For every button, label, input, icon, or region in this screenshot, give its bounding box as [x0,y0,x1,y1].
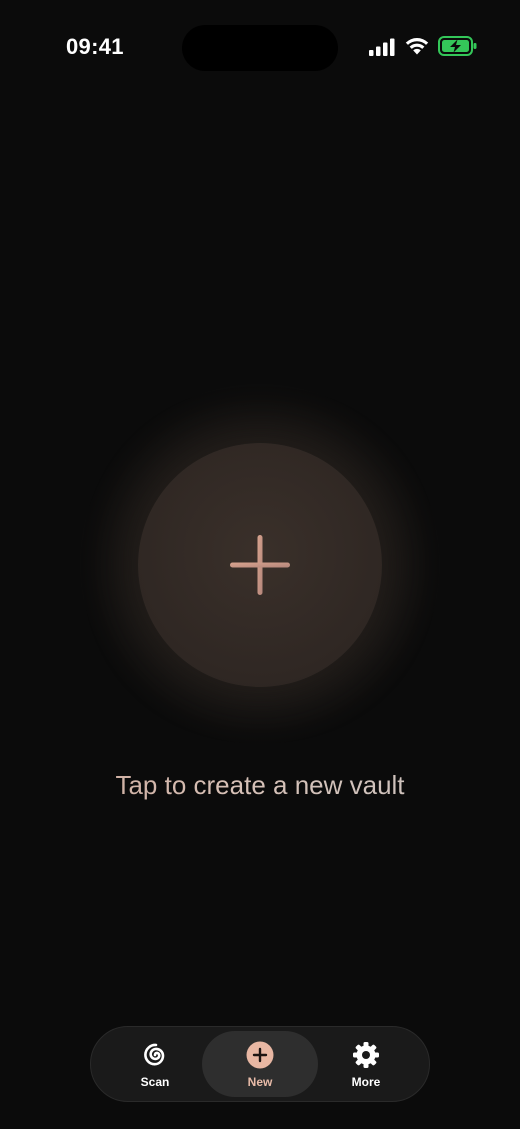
spiral-icon [144,1043,165,1066]
tab-bar: Scan New More [90,1026,430,1102]
tab-scan-label: Scan [140,1075,170,1089]
tab-more[interactable]: More [308,1031,424,1097]
battery-charging-icon [438,36,477,56]
status-bar: 09:41 [0,0,520,96]
create-vault-button[interactable] [138,443,382,687]
tab-new-label: New [247,1075,273,1089]
signal-icon [369,38,395,56]
wifi-icon [405,38,429,55]
dynamic-island [182,25,338,71]
plus-circle-icon [246,1041,274,1069]
create-vault-caption: Tap to create a new vault [0,770,520,801]
tab-more-label: More [351,1075,381,1089]
tab-new[interactable]: New [202,1031,318,1097]
tab-scan[interactable]: Scan [97,1031,213,1097]
plus-icon [230,535,290,595]
status-time: 09:41 [66,34,124,59]
gear-icon [353,1042,379,1068]
